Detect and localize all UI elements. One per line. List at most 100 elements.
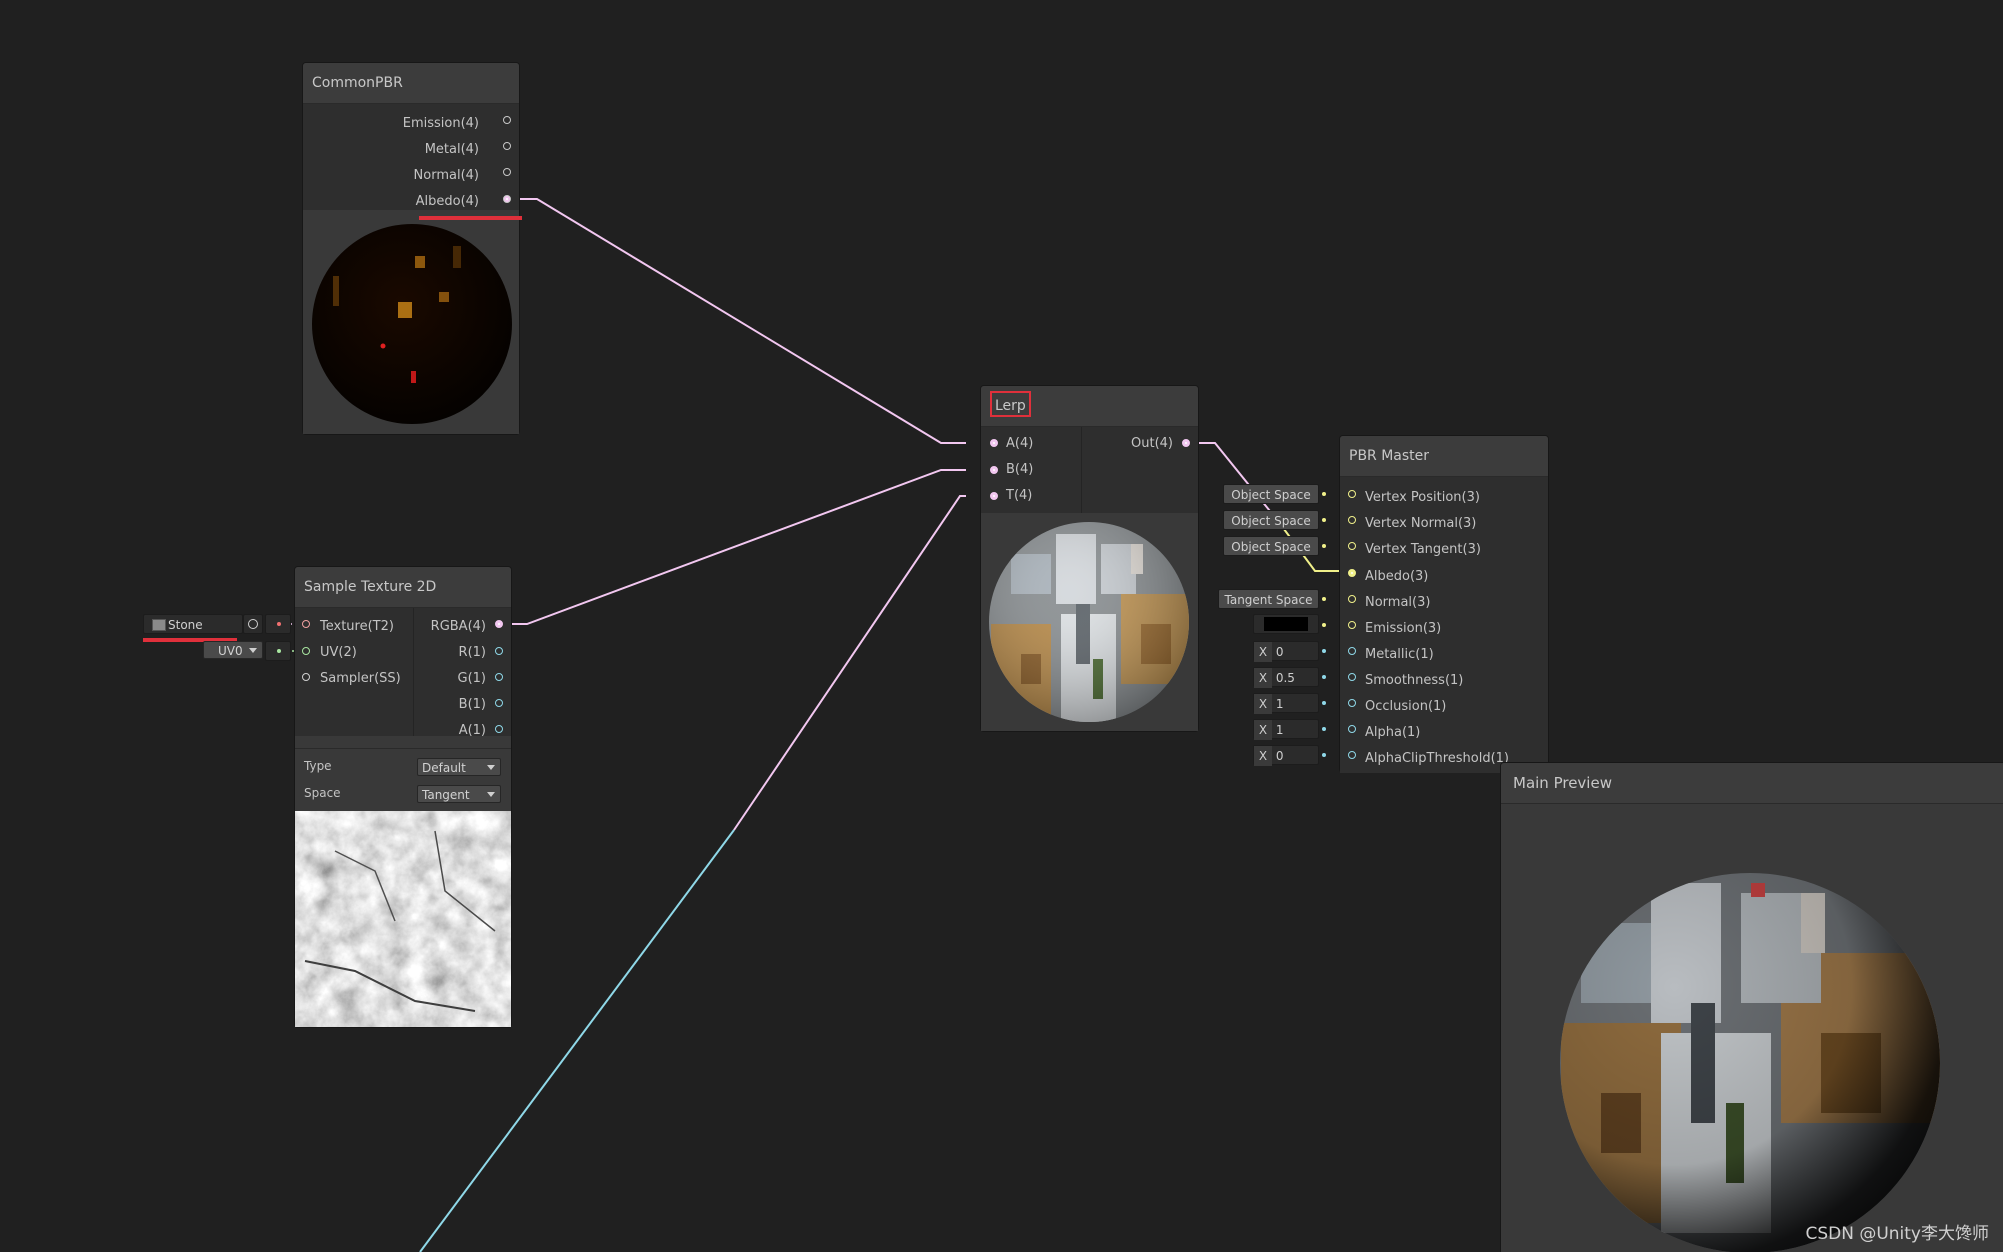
- alpha-clip-port[interactable]: [1348, 751, 1356, 759]
- watermark: CSDN @Unity李大馋师: [1805, 1224, 1989, 1244]
- output-g[interactable]: G(1): [458, 666, 487, 692]
- input-alpha[interactable]: Alpha(1): [1365, 720, 1420, 746]
- normal-input-port[interactable]: [1348, 595, 1356, 603]
- vertex-tangent-port[interactable]: [1348, 542, 1356, 550]
- r-output-port[interactable]: [495, 647, 503, 655]
- b-output-port[interactable]: [495, 699, 503, 707]
- main-preview-sphere[interactable]: [1501, 803, 2003, 1252]
- emission-color-swatch: [1264, 617, 1308, 631]
- lerp-out-port[interactable]: [1182, 439, 1190, 447]
- lerp-t-port[interactable]: [990, 492, 998, 500]
- lerp-b-port[interactable]: [990, 466, 998, 474]
- alpha-field[interactable]: X 1: [1253, 719, 1319, 740]
- lerp-preview: [981, 514, 1198, 731]
- normal-port[interactable]: [503, 168, 511, 176]
- input-texture[interactable]: Texture(T2): [320, 614, 394, 640]
- emission-input-port[interactable]: [1348, 621, 1356, 629]
- metal-port[interactable]: [503, 142, 511, 150]
- alpha-port[interactable]: [1348, 725, 1356, 733]
- vertex-position-port[interactable]: [1348, 490, 1356, 498]
- lerp-output[interactable]: Out(4): [1131, 431, 1173, 457]
- input-alpha-clip-threshold[interactable]: AlphaClipThreshold(1): [1365, 746, 1509, 772]
- input-smoothness[interactable]: Smoothness(1): [1365, 668, 1463, 694]
- texture-input-port[interactable]: [302, 620, 310, 628]
- output-r[interactable]: R(1): [459, 640, 486, 666]
- input-normal[interactable]: Normal(3): [1365, 590, 1430, 616]
- input-vertex-normal[interactable]: Vertex Normal(3): [1365, 511, 1476, 537]
- vertex-position-space-field[interactable]: Object Space: [1223, 484, 1319, 504]
- input-sampler[interactable]: Sampler(SS): [320, 666, 401, 692]
- texture-field-stone[interactable]: Stone: [143, 614, 243, 634]
- texture-thumbnail-icon: [152, 619, 166, 631]
- type-label: Type: [304, 759, 332, 773]
- common-pbr-node[interactable]: CommonPBR Emission(4) Metal(4) Normal(4)…: [303, 63, 519, 434]
- input-vertex-position[interactable]: Vertex Position(3): [1365, 485, 1480, 511]
- alpha-clip-field[interactable]: X 0: [1253, 745, 1319, 766]
- chevron-down-icon: [249, 648, 257, 653]
- vertex-tangent-space-field[interactable]: Object Space: [1223, 536, 1319, 556]
- lerp-title: Lerp: [990, 391, 1031, 417]
- lerp-node[interactable]: Lerp A(4) B(4) T(4) Out(4): [981, 386, 1198, 731]
- output-rgba[interactable]: RGBA(4): [431, 614, 486, 640]
- vertex-normal-port[interactable]: [1348, 516, 1356, 524]
- sample-texture-settings: Type Default Space Tangent: [295, 748, 511, 809]
- occlusion-field[interactable]: X 1: [1253, 693, 1319, 714]
- wire-to-lerp-t-pink[interactable]: [733, 495, 966, 831]
- output-normal[interactable]: Normal(4): [414, 163, 479, 189]
- normal-space-field[interactable]: Tangent Space: [1218, 589, 1319, 609]
- sample-texture-2d-node[interactable]: Sample Texture 2D Texture(T2) UV(2) Samp…: [295, 567, 511, 1027]
- emission-port[interactable]: [503, 116, 511, 124]
- input-albedo[interactable]: Albedo(3): [1365, 564, 1428, 590]
- output-a[interactable]: A(1): [459, 718, 486, 744]
- main-preview-panel[interactable]: Main Preview: [1501, 763, 2003, 1252]
- uv-input-port[interactable]: [302, 647, 310, 655]
- a-output-port[interactable]: [495, 725, 503, 733]
- smoothness-port[interactable]: [1348, 673, 1356, 681]
- input-vertex-tangent[interactable]: Vertex Tangent(3): [1365, 537, 1481, 563]
- lerp-slot-divider: [1081, 427, 1082, 513]
- rgba-output-port[interactable]: [495, 620, 503, 628]
- lerp-input-a[interactable]: A(4): [1006, 431, 1033, 457]
- albedo-highlight-bar: [419, 216, 522, 220]
- type-dropdown[interactable]: Default: [417, 758, 501, 776]
- metallic-field[interactable]: X 0: [1253, 641, 1319, 662]
- sample-texture-title: Sample Texture 2D: [295, 567, 511, 608]
- output-emission[interactable]: Emission(4): [403, 111, 479, 137]
- dark-sphere-preview: [312, 224, 512, 424]
- target-icon: [248, 619, 258, 629]
- main-preview-title: Main Preview: [1501, 763, 2003, 804]
- occlusion-port[interactable]: [1348, 699, 1356, 707]
- lerp-input-b[interactable]: B(4): [1006, 457, 1033, 483]
- default-field-stubs: [1319, 490, 1343, 760]
- g-output-port[interactable]: [495, 673, 503, 681]
- space-dropdown[interactable]: Tangent: [417, 785, 501, 803]
- output-b[interactable]: B(1): [459, 692, 486, 718]
- lerp-sphere-preview: [989, 522, 1189, 722]
- smoothness-field[interactable]: X 0.5: [1253, 667, 1319, 688]
- wire-albedo-to-lerp-a[interactable]: [513, 198, 966, 444]
- pbr-master-slots: Vertex Position(3) Vertex Normal(3) Vert…: [1340, 477, 1548, 773]
- albedo-input-port[interactable]: [1348, 569, 1356, 577]
- input-emission[interactable]: Emission(3): [1365, 616, 1441, 642]
- albedo-port[interactable]: [503, 195, 511, 203]
- space-label: Space: [304, 786, 341, 800]
- vertex-normal-space-field[interactable]: Object Space: [1223, 510, 1319, 530]
- lerp-a-port[interactable]: [990, 439, 998, 447]
- lerp-slots: A(4) B(4) T(4) Out(4): [981, 427, 1198, 513]
- input-metallic[interactable]: Metallic(1): [1365, 642, 1434, 668]
- texture-picker-button[interactable]: [243, 614, 263, 634]
- pbr-master-title: PBR Master: [1340, 436, 1548, 477]
- texture-port-stub: [265, 614, 291, 634]
- sampler-input-port[interactable]: [302, 673, 310, 681]
- uv-dropdown[interactable]: UV0: [203, 641, 263, 659]
- pbr-master-node[interactable]: PBR Master Vertex Position(3) Vertex Nor…: [1340, 436, 1548, 773]
- chevron-down-icon: [487, 792, 495, 797]
- input-occlusion[interactable]: Occlusion(1): [1365, 694, 1446, 720]
- emission-color-field[interactable]: [1253, 614, 1319, 634]
- output-metal[interactable]: Metal(4): [425, 137, 479, 163]
- metallic-port[interactable]: [1348, 647, 1356, 655]
- lerp-input-t[interactable]: T(4): [1006, 483, 1032, 509]
- input-uv[interactable]: UV(2): [320, 640, 357, 666]
- wire-rgba-to-lerp-b[interactable]: [505, 469, 966, 625]
- output-albedo[interactable]: Albedo(4): [416, 189, 479, 215]
